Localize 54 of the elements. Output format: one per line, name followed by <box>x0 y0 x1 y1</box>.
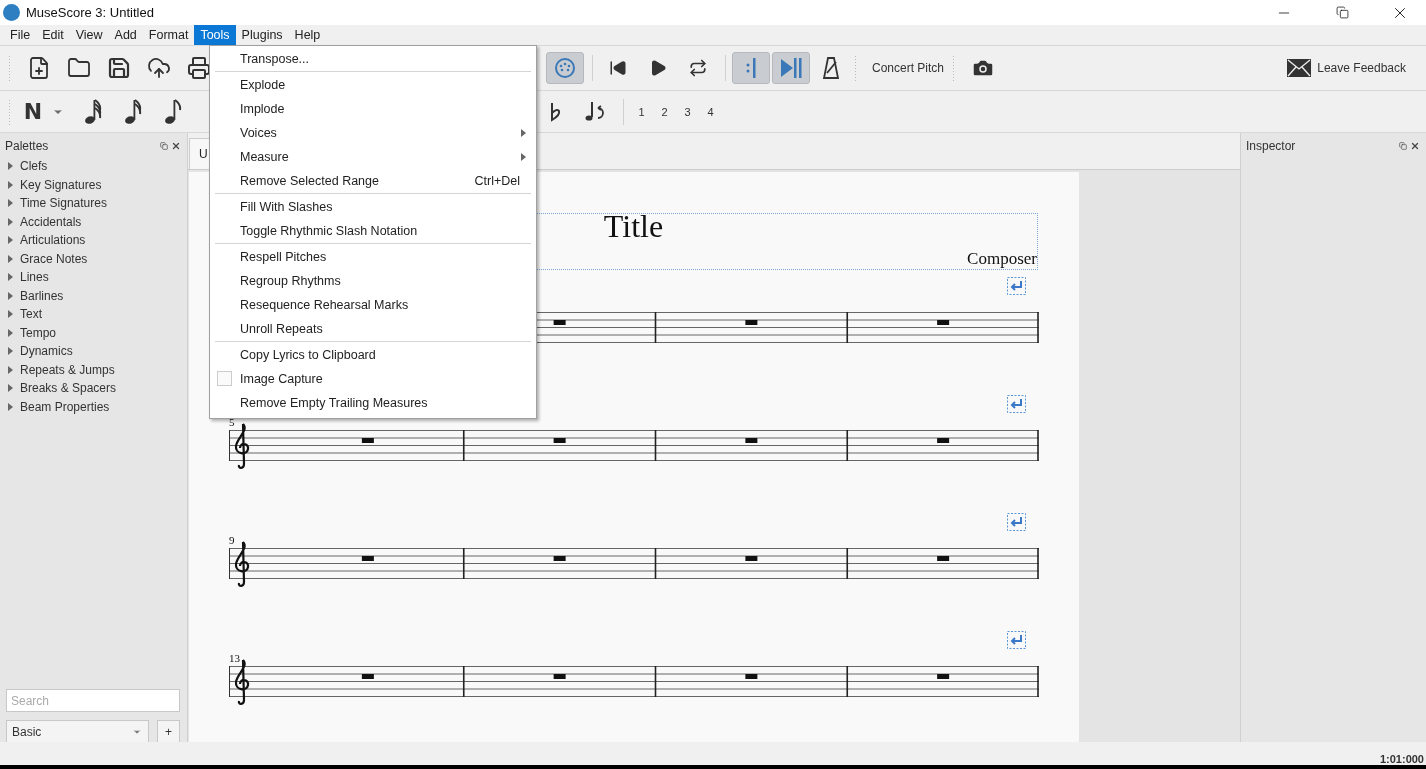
menu-entry[interactable]: Regroup Rhythms <box>212 269 534 293</box>
menu-entry[interactable]: Image Capture <box>212 367 534 391</box>
menu-item[interactable]: Help <box>288 25 327 45</box>
window-title: MuseScore 3: Untitled <box>26 5 155 20</box>
menu-entry[interactable]: Remove Selected Range Ctrl+Del <box>212 169 534 193</box>
menu-entry[interactable]: Toggle Rhythmic Slash Notation <box>212 219 534 243</box>
panel-title: Inspector <box>1246 139 1297 153</box>
palette-item[interactable]: Repeats & Jumps <box>20 362 115 377</box>
palette-item[interactable]: Text <box>20 307 42 322</box>
menu-entry[interactable]: Resequence Rehearsal Marks <box>212 293 534 317</box>
menu-item[interactable]: Tools <box>194 25 236 45</box>
note-input-button[interactable]: N <box>20 99 46 124</box>
menu-entry[interactable]: Copy Lyrics to Clipboard <box>212 343 534 367</box>
palette-item[interactable]: Breaks & Spacers <box>20 381 117 396</box>
palette-item[interactable]: Time Signatures <box>20 196 107 211</box>
menu-item[interactable]: Plugins <box>235 25 289 45</box>
menu-entry[interactable]: Explode <box>212 73 534 97</box>
menu-item[interactable]: File <box>4 25 37 45</box>
menu-entry[interactable]: Respell Pitches <box>212 245 534 269</box>
menu-entry[interactable]: Fill With Slashes <box>212 195 534 219</box>
menu-entry[interactable]: Transpose... <box>212 47 534 71</box>
score-title: Title <box>603 208 664 245</box>
feedback-link[interactable]: Leave Feedback <box>1317 61 1406 75</box>
measure-number: 9 <box>229 533 235 546</box>
palette-item[interactable]: Key Signatures <box>20 177 102 192</box>
palette-item[interactable]: Barlines <box>20 288 64 303</box>
palette-item[interactable]: Grace Notes <box>20 251 88 266</box>
palette-item[interactable]: Dynamics <box>20 344 73 359</box>
workspace-select[interactable]: Basic <box>6 720 149 744</box>
palette-item[interactable]: Clefs <box>20 159 48 174</box>
measure-number: 13 <box>229 651 240 664</box>
position-readout: 1:01:000 <box>1379 753 1424 765</box>
palette-item[interactable]: Lines <box>20 270 49 285</box>
measure-number: 5 <box>229 415 235 428</box>
voice-button[interactable]: 4 <box>699 102 722 121</box>
voice-button[interactable]: 1 <box>630 102 653 121</box>
menu-entry[interactable]: Implode <box>212 97 534 121</box>
menu-entry[interactable]: Remove Empty Trailing Measures <box>212 391 534 415</box>
panel-title: Palettes <box>5 139 50 153</box>
menu-item[interactable]: View <box>69 25 109 45</box>
menu-item[interactable]: Add <box>108 25 143 45</box>
add-workspace-button[interactable]: + <box>157 720 180 744</box>
menu-item[interactable]: Format <box>142 25 195 45</box>
search-field[interactable]: Search <box>6 689 180 712</box>
voice-button[interactable]: 2 <box>653 102 676 121</box>
composer-text: Composer <box>967 249 1037 269</box>
menu-item[interactable]: Edit <box>36 25 70 45</box>
palette-item[interactable]: Tempo <box>20 325 57 340</box>
palette-item[interactable]: Articulations <box>20 233 86 248</box>
menu-entry[interactable]: Unroll Repeats <box>212 317 534 341</box>
voice-button[interactable]: 3 <box>676 102 699 121</box>
palette-item[interactable]: Beam Properties <box>20 399 110 414</box>
palette-item[interactable]: Accidentals <box>20 214 82 229</box>
concert-pitch-button[interactable]: Concert Pitch <box>866 55 951 81</box>
